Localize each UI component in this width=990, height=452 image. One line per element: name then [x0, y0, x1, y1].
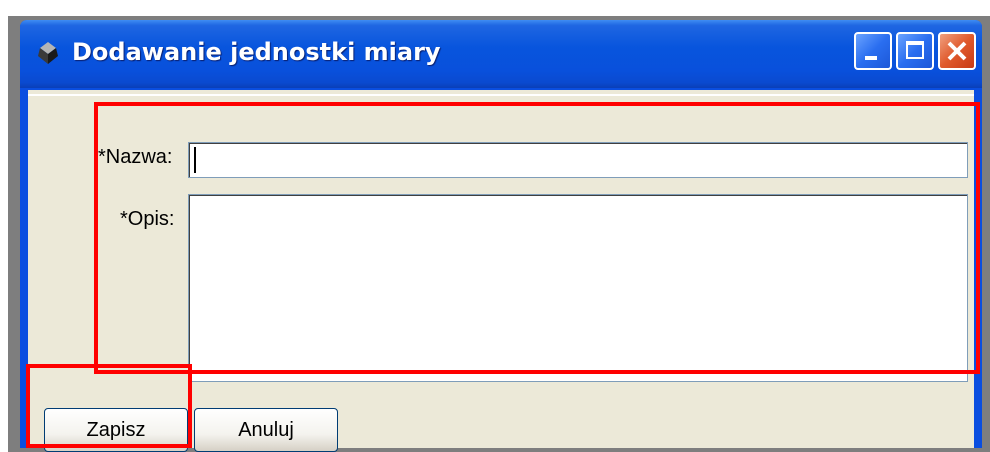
name-input[interactable]: [188, 142, 968, 178]
title-bar[interactable]: Dodawanie jednostki miary: [20, 20, 982, 88]
minimize-button[interactable]: [854, 32, 892, 70]
close-button[interactable]: [938, 32, 976, 70]
dialog-body: *Nazwa: *Opis: Zapisz Anuluj: [28, 90, 974, 452]
window-title: Dodawanie jednostki miary: [72, 38, 441, 66]
close-icon: [947, 41, 967, 61]
description-textarea[interactable]: [188, 194, 968, 382]
description-label: *Opis:: [120, 208, 175, 230]
maximize-icon: [906, 41, 924, 59]
minimize-icon: [865, 56, 877, 60]
text-caret: [194, 147, 196, 173]
maximize-button[interactable]: [896, 32, 934, 70]
save-button[interactable]: Zapisz: [44, 408, 188, 452]
name-label: *Nazwa:: [98, 146, 173, 168]
separator: [28, 94, 974, 96]
dark-gem-icon: [38, 42, 58, 64]
dialog-window: Dodawanie jednostki miary *Nazwa: *Opis:…: [20, 20, 982, 452]
cancel-button[interactable]: Anuluj: [194, 408, 338, 452]
